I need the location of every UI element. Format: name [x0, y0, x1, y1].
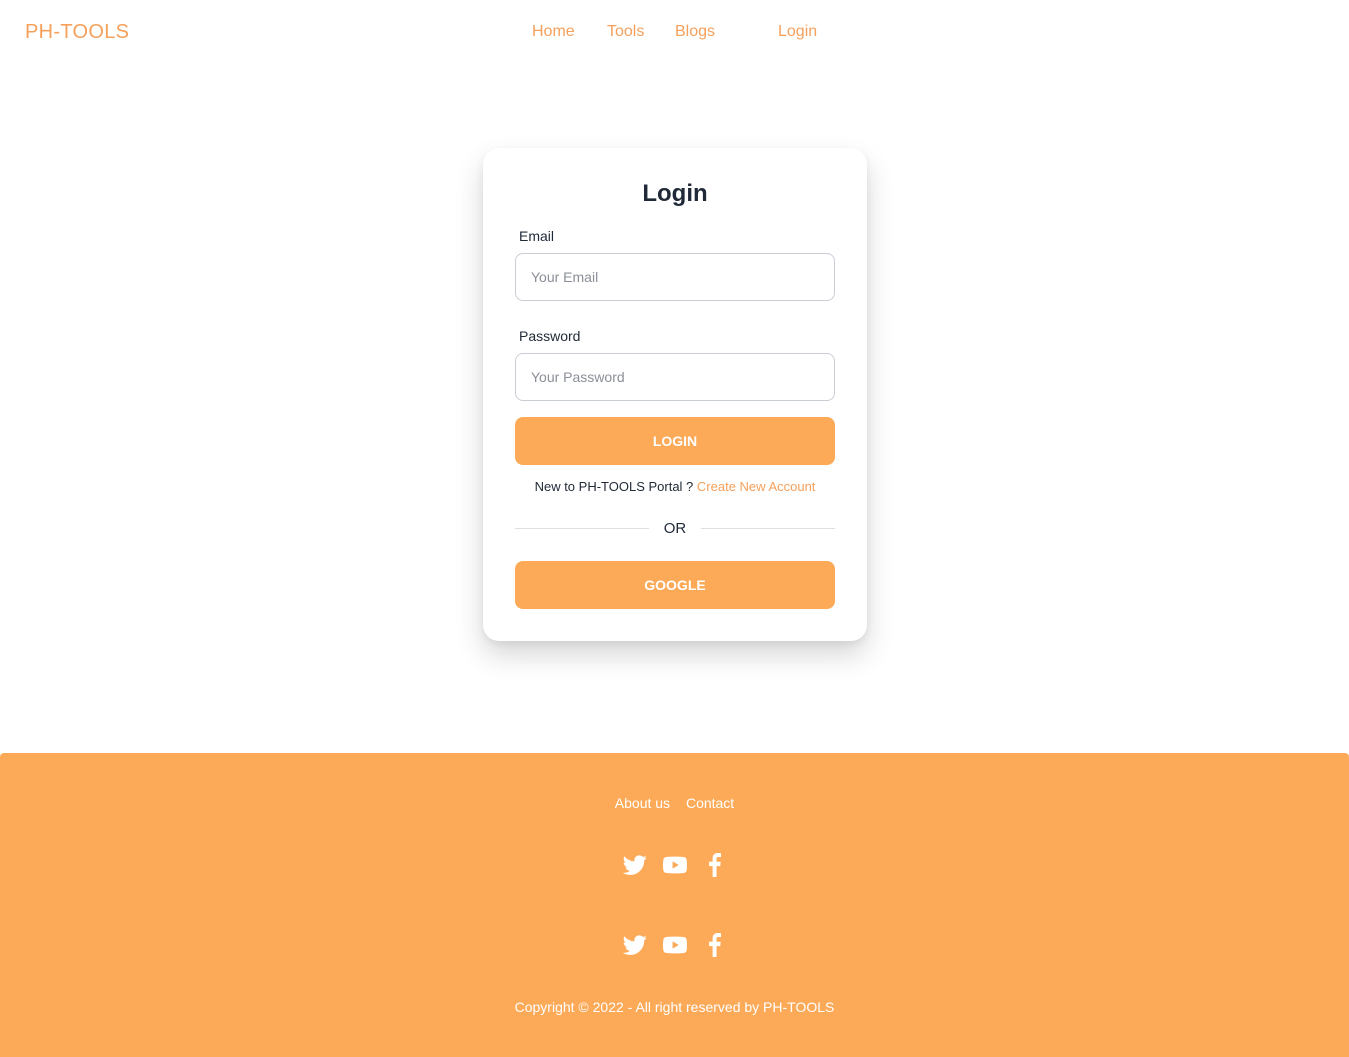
twitter-icon[interactable]	[622, 933, 647, 957]
email-input[interactable]	[515, 253, 835, 301]
facebook-icon[interactable]	[703, 933, 727, 957]
brand-logo[interactable]: PH-TOOLS	[25, 21, 129, 44]
facebook-icon[interactable]	[703, 853, 727, 877]
signup-prompt: New to PH-TOOLS Portal ? Create New Acco…	[483, 479, 867, 494]
nav-login-link[interactable]: Login	[778, 23, 817, 41]
navbar: PH-TOOLS Home Tools Blogs Login	[0, 0, 1349, 66]
login-title: Login	[642, 180, 708, 207]
or-divider: OR	[663, 520, 687, 537]
footer: About us Contact Copyright © 2022 - All …	[0, 753, 1349, 1057]
nav-home-link[interactable]: Home	[532, 23, 575, 41]
youtube-icon[interactable]	[662, 933, 687, 957]
about-us-link[interactable]: About us	[615, 795, 670, 811]
signup-prompt-text: New to PH-TOOLS Portal ?	[534, 479, 697, 494]
contact-link[interactable]: Contact	[686, 795, 734, 811]
google-login-button[interactable]: GOOGLE	[515, 561, 835, 609]
login-card: Login Email Password LOGIN New to PH-TOO…	[483, 148, 867, 641]
nav-blogs-link[interactable]: Blogs	[675, 23, 715, 41]
youtube-icon[interactable]	[662, 853, 687, 877]
twitter-icon[interactable]	[622, 853, 647, 877]
nav-tools-link[interactable]: Tools	[607, 23, 644, 41]
divider-line-left	[515, 528, 649, 529]
social-icons-row-secondary	[0, 933, 1349, 957]
divider-line-right	[701, 528, 835, 529]
password-label: Password	[519, 328, 581, 344]
social-icons-row	[0, 853, 1349, 877]
footer-links: About us Contact	[0, 795, 1349, 811]
login-button[interactable]: LOGIN	[515, 417, 835, 465]
copyright-text: Copyright © 2022 - All right reserved by…	[514, 999, 835, 1015]
email-label: Email	[519, 228, 555, 244]
password-input[interactable]	[515, 353, 835, 401]
create-account-link[interactable]: Create New Account	[697, 479, 816, 494]
